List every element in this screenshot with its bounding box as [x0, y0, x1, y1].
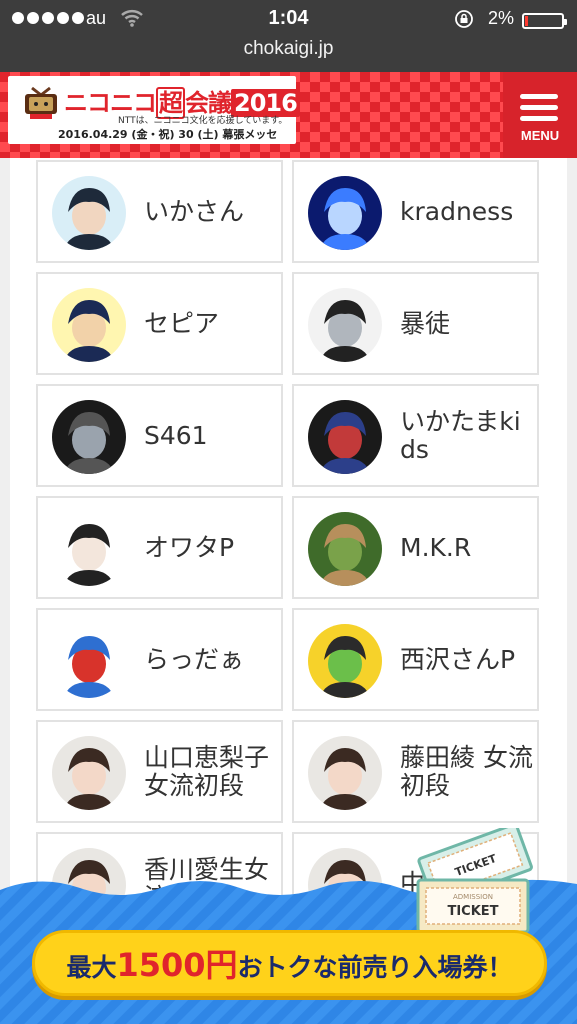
performer-card[interactable]: kradness: [292, 160, 539, 263]
performer-card[interactable]: 暴徒: [292, 272, 539, 375]
performer-card[interactable]: いかたまkids: [292, 384, 539, 487]
performer-name: kradness: [400, 196, 514, 226]
site-logo[interactable]: ニコニコ超会議 2016 NTTは、ニコニコ文化を応援しています。 2016.04…: [8, 76, 300, 144]
ticket-icon: TICKET ADMISSION TICKET: [416, 828, 533, 934]
ticket-banner[interactable]: TICKET ADMISSION TICKET 最大1500円おトクな前売り入場…: [0, 828, 577, 1024]
group-stage-avatar: [308, 400, 382, 474]
group-photo-avatar: [52, 400, 126, 474]
performer-name: 暴徒: [400, 308, 451, 338]
battery-percent: 2%: [488, 8, 515, 28]
performer-name: 西沢さんP: [400, 644, 516, 674]
woman-portrait-avatar: [308, 736, 382, 810]
performer-card[interactable]: らっだぁ: [36, 608, 283, 711]
performer-name: 藤田綾 女流初段: [400, 742, 533, 800]
performer-name: 山口恵梨子女流初段: [144, 742, 270, 800]
cta-label: 最大1500円おトクな前売り入場券！: [66, 946, 513, 984]
performer-card[interactable]: M.K.R: [292, 496, 539, 599]
person-photo-avatar: [308, 288, 382, 362]
performer-name: いかたまkids: [400, 406, 521, 464]
camel-photo-avatar: [308, 512, 382, 586]
cartoon-boy-avatar: [52, 288, 126, 362]
status-bar: au 1:04 2% chokaigi.jp: [0, 0, 577, 72]
woman-portrait-avatar: [52, 736, 126, 810]
performer-card[interactable]: いかさん: [36, 160, 283, 263]
performer-name: オワタP: [144, 532, 235, 562]
event-date: 2016.04.29 (金・祝) 30 (土) 幕張メッセ: [58, 128, 278, 141]
address-bar[interactable]: chokaigi.jp: [0, 38, 577, 60]
site-header: ニコニコ超会議 2016 NTTは、ニコニコ文化を応援しています。 2016.04…: [0, 72, 577, 158]
svg-text:TICKET: TICKET: [447, 904, 498, 919]
battery-icon: [522, 13, 567, 29]
sponsor-tagline: NTTは、ニコニコ文化を応援しています。: [118, 116, 288, 126]
performer-card[interactable]: セピア: [36, 272, 283, 375]
performer-name: S461: [144, 420, 208, 450]
performer-card[interactable]: 西沢さんP: [292, 608, 539, 711]
green-eyed-character-avatar: [308, 624, 382, 698]
performer-name: らっだぁ: [144, 644, 245, 674]
performer-name: M.K.R: [400, 532, 472, 562]
performer-card[interactable]: S461: [36, 384, 283, 487]
performer-card[interactable]: 山口恵梨子女流初段: [36, 720, 283, 823]
menu-button[interactable]: MENU: [503, 72, 577, 158]
blue-light-avatar: [308, 176, 382, 250]
blue-beanie-character-avatar: [52, 624, 126, 698]
buy-tickets-button[interactable]: 最大1500円おトクな前売り入場券！: [32, 930, 547, 996]
performer-name: いかさん: [144, 196, 245, 226]
cat-ear-girl-avatar: [52, 512, 126, 586]
menu-label: MENU: [520, 128, 560, 143]
rotation-lock-icon: [455, 10, 473, 28]
hamburger-icon: [520, 94, 558, 127]
anime-boy-avatar: [52, 176, 126, 250]
niconico-tv-mascot-icon: [25, 86, 57, 119]
performer-card[interactable]: 藤田綾 女流初段: [292, 720, 539, 823]
performer-card[interactable]: オワタP: [36, 496, 283, 599]
svg-text:ADMISSION: ADMISSION: [453, 893, 493, 901]
performer-name: セピア: [144, 308, 220, 338]
